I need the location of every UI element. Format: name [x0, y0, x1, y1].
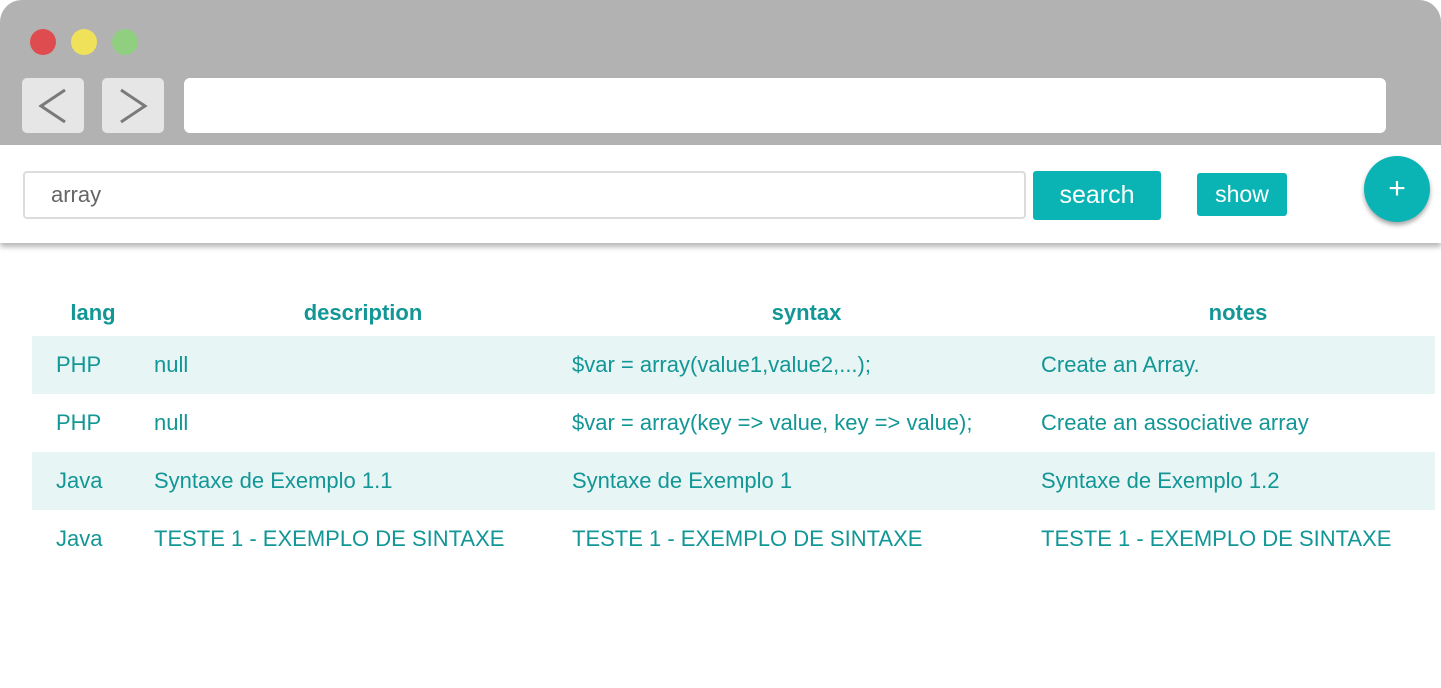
- back-button[interactable]: [22, 78, 84, 133]
- browser-window: search show + lang description syntax no…: [0, 0, 1441, 688]
- header-lang[interactable]: lang: [32, 290, 154, 336]
- cell-notes: Create an Array.: [1041, 336, 1435, 394]
- cell-description: Syntaxe de Exemplo 1.1: [154, 452, 572, 510]
- header-syntax[interactable]: syntax: [572, 290, 1041, 336]
- table-row[interactable]: PHP null $var = array(key => value, key …: [32, 394, 1435, 452]
- chevron-left-icon: [38, 88, 66, 123]
- search-button[interactable]: search: [1033, 171, 1161, 220]
- cell-lang: Java: [56, 526, 103, 551]
- header-description[interactable]: description: [154, 290, 572, 336]
- plus-icon: +: [1388, 172, 1406, 205]
- cell-lang: PHP: [32, 336, 154, 394]
- add-button[interactable]: +: [1364, 156, 1430, 222]
- cell-syntax: $var = array(value1,value2,...);: [572, 336, 1041, 394]
- chevron-right-icon: [120, 88, 148, 123]
- forward-button[interactable]: [102, 78, 164, 133]
- cell-lang: PHP: [56, 410, 102, 435]
- table-row[interactable]: PHP null $var = array(value1,value2,...)…: [32, 336, 1435, 394]
- table-row[interactable]: Java TESTE 1 - EXEMPLO DE SINTAXE TESTE …: [32, 510, 1435, 568]
- cell-description: TESTE 1 - EXEMPLO DE SINTAXE: [154, 526, 505, 551]
- cell-notes: TESTE 1 - EXEMPLO DE SINTAXE: [1041, 526, 1392, 551]
- show-button[interactable]: show: [1197, 173, 1287, 216]
- cell-notes: Create an associative array: [1041, 410, 1309, 435]
- close-window-dot[interactable]: [30, 29, 56, 55]
- table-header-row: lang description syntax notes: [32, 290, 1435, 336]
- app-toolbar: search show +: [0, 145, 1441, 243]
- cell-syntax: $var = array(key => value, key => value)…: [572, 410, 973, 435]
- syntax-table: lang description syntax notes PHP null $…: [32, 290, 1435, 568]
- table-row[interactable]: Java Syntaxe de Exemplo 1.1 Syntaxe de E…: [32, 452, 1435, 510]
- header-notes[interactable]: notes: [1041, 290, 1435, 336]
- browser-chrome: [0, 0, 1441, 145]
- maximize-window-dot[interactable]: [112, 29, 138, 55]
- cell-syntax: TESTE 1 - EXEMPLO DE SINTAXE: [572, 526, 923, 551]
- address-bar[interactable]: [184, 78, 1386, 133]
- cell-notes: Syntaxe de Exemplo 1.2: [1041, 452, 1435, 510]
- minimize-window-dot[interactable]: [71, 29, 97, 55]
- search-input[interactable]: [23, 171, 1026, 219]
- cell-lang: Java: [32, 452, 154, 510]
- cell-description: null: [154, 336, 572, 394]
- cell-description: null: [154, 410, 189, 435]
- cell-syntax: Syntaxe de Exemplo 1: [572, 452, 1041, 510]
